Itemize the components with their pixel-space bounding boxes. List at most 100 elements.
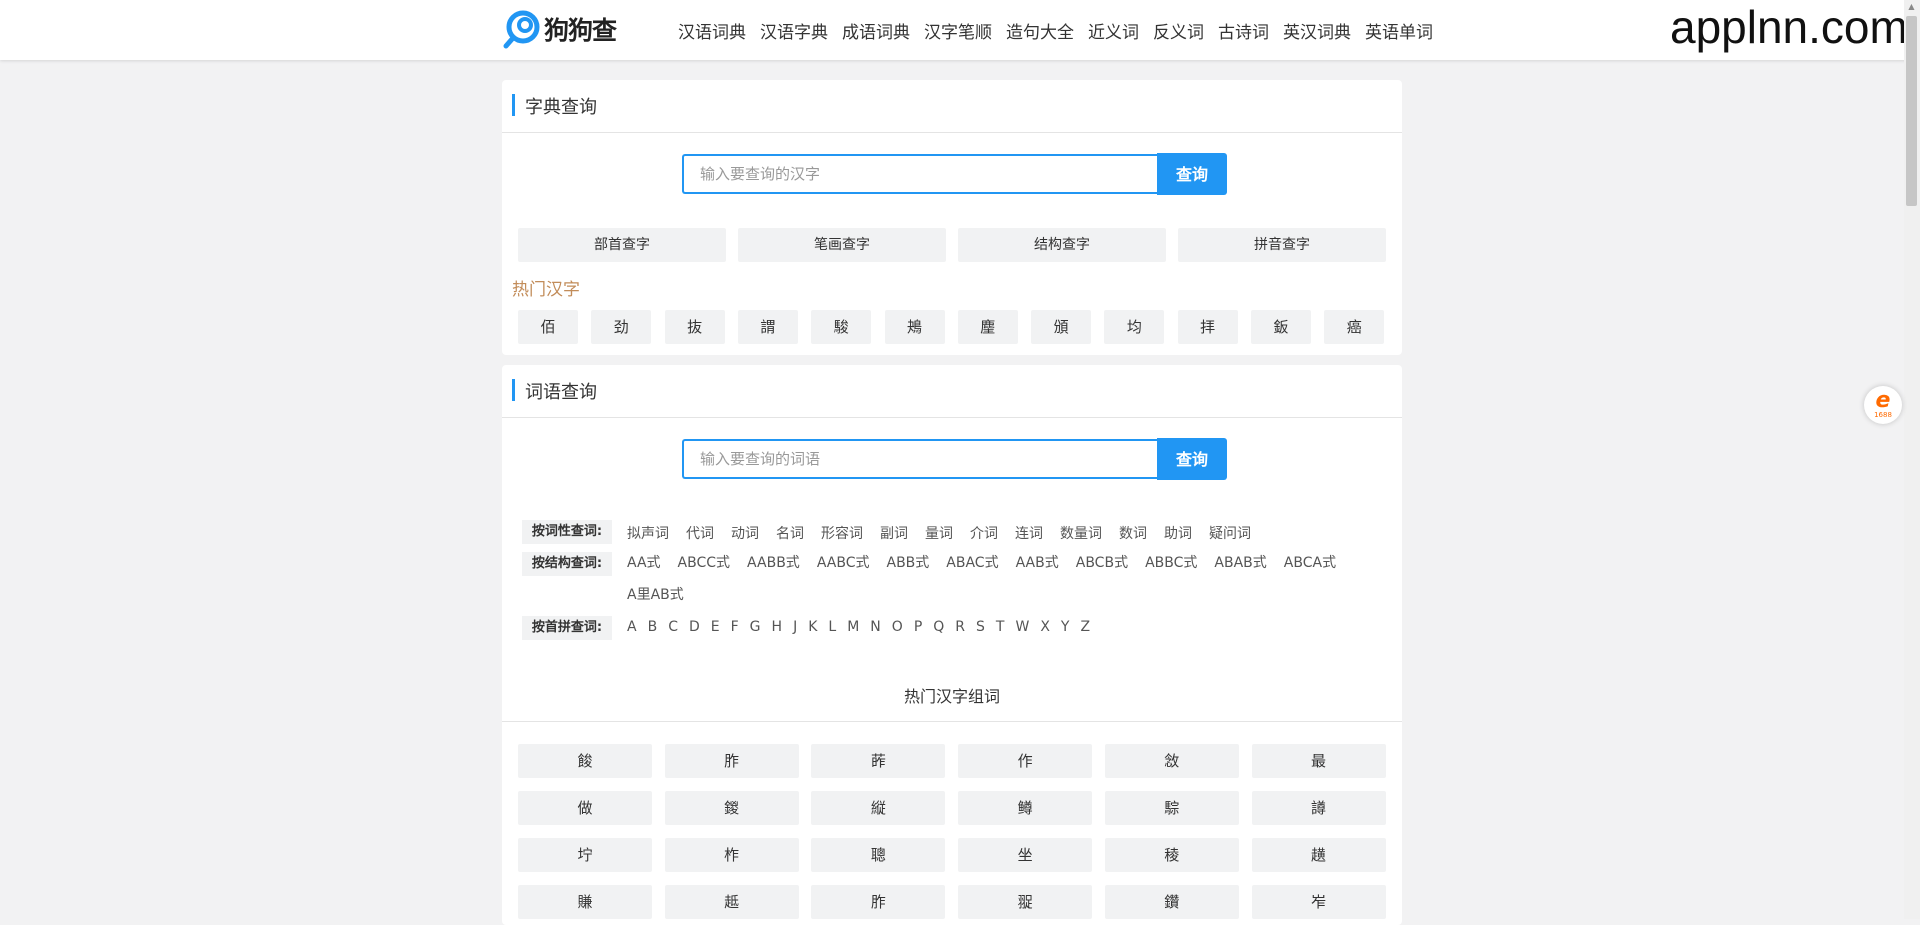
hot-char-button[interactable]: 抜 bbox=[664, 310, 725, 344]
zuci-char-button[interactable]: 岝 bbox=[1251, 885, 1386, 919]
zuci-char-button[interactable]: 鑽 bbox=[1104, 885, 1239, 919]
filter-link[interactable]: 数量词 bbox=[1060, 523, 1102, 543]
hot-char-button[interactable]: 均 bbox=[1104, 310, 1165, 344]
filter-link[interactable]: ABBC式 bbox=[1145, 547, 1197, 579]
filter-link[interactable]: ABCC式 bbox=[678, 547, 731, 579]
filter-link[interactable]: 数词 bbox=[1119, 523, 1147, 543]
filter-link[interactable]: H bbox=[772, 619, 783, 635]
filter-link[interactable]: C bbox=[668, 619, 678, 635]
filter-link[interactable]: Z bbox=[1080, 619, 1090, 635]
filter-link[interactable]: L bbox=[828, 619, 836, 635]
alibaba-1688-badge[interactable]: e 1688 bbox=[1864, 386, 1902, 424]
filter-link[interactable]: K bbox=[808, 619, 817, 635]
filter-link[interactable]: 名词 bbox=[776, 523, 804, 543]
hot-char-button[interactable]: 頒 bbox=[1031, 310, 1092, 344]
filter-link[interactable]: 形容词 bbox=[821, 523, 863, 543]
filter-link[interactable]: 介词 bbox=[970, 523, 998, 543]
filter-link[interactable]: Q bbox=[933, 619, 944, 635]
nav-link[interactable]: 古诗词 bbox=[1218, 18, 1269, 43]
ciyu-search-input[interactable]: 输入要查询的词语 bbox=[682, 439, 1157, 479]
zuci-char-button[interactable]: 坾 bbox=[518, 838, 652, 872]
lookup-method-button[interactable]: 结构查字 bbox=[958, 228, 1166, 262]
filter-link[interactable]: 连词 bbox=[1015, 523, 1043, 543]
zuci-char-button[interactable]: 䎌 bbox=[958, 885, 1093, 919]
zuci-char-button[interactable]: 鳟 bbox=[958, 791, 1093, 825]
nav-link[interactable]: 反义词 bbox=[1153, 18, 1204, 43]
filter-link[interactable]: 疑问词 bbox=[1209, 523, 1251, 543]
zidian-search-input[interactable]: 输入要查询的汉字 bbox=[682, 154, 1157, 194]
filter-link[interactable]: ABAC式 bbox=[946, 547, 998, 579]
hot-char-button[interactable]: 劲 bbox=[591, 310, 652, 344]
filter-link[interactable]: 拟声词 bbox=[627, 523, 669, 543]
filter-link[interactable]: T bbox=[996, 619, 1005, 635]
filter-link[interactable]: Y bbox=[1061, 619, 1070, 635]
nav-link[interactable]: 英汉词典 bbox=[1283, 18, 1351, 43]
filter-link[interactable]: 助词 bbox=[1164, 523, 1192, 543]
zidian-search-button[interactable]: 查询 bbox=[1157, 153, 1227, 195]
filter-link[interactable]: X bbox=[1040, 619, 1050, 635]
zuci-char-button[interactable]: 坐 bbox=[958, 838, 1093, 872]
nav-link[interactable]: 成语词典 bbox=[842, 18, 910, 43]
zuci-char-button[interactable]: 作 bbox=[958, 744, 1093, 778]
zuci-char-button[interactable]: 最 bbox=[1251, 744, 1386, 778]
zuci-char-button[interactable]: 趆 bbox=[664, 885, 799, 919]
filter-link[interactable]: B bbox=[648, 619, 658, 635]
zuci-char-button[interactable]: 柞 bbox=[664, 838, 799, 872]
filter-link[interactable]: P bbox=[914, 619, 922, 635]
filter-link[interactable]: 副词 bbox=[880, 523, 908, 543]
zuci-char-button[interactable]: 稜 bbox=[1104, 838, 1239, 872]
filter-link[interactable]: W bbox=[1015, 619, 1029, 635]
filter-link[interactable]: R bbox=[955, 619, 965, 635]
filter-link[interactable]: ABCB式 bbox=[1076, 547, 1128, 579]
filter-link[interactable]: 代词 bbox=[686, 523, 714, 543]
filter-link[interactable]: O bbox=[892, 619, 903, 635]
filter-link[interactable]: D bbox=[689, 619, 700, 635]
filter-link[interactable]: AABC式 bbox=[817, 547, 870, 579]
lookup-method-button[interactable]: 部首查字 bbox=[518, 228, 726, 262]
zuci-char-button[interactable]: 葃 bbox=[811, 744, 946, 778]
hot-char-button[interactable]: 佰 bbox=[518, 310, 578, 344]
filter-link[interactable]: AAB式 bbox=[1016, 547, 1059, 579]
hot-char-button[interactable]: 駿 bbox=[811, 310, 872, 344]
filter-link[interactable]: F bbox=[731, 619, 739, 635]
lookup-method-button[interactable]: 拼音查字 bbox=[1178, 228, 1386, 262]
filter-link[interactable]: ABAB式 bbox=[1214, 547, 1266, 579]
scrollbar-thumb[interactable] bbox=[1906, 16, 1917, 206]
filter-link[interactable]: N bbox=[870, 619, 880, 635]
zuci-char-button[interactable]: 騌 bbox=[1104, 791, 1239, 825]
zuci-char-button[interactable]: 縦 bbox=[811, 791, 946, 825]
hot-char-button[interactable]: 麈 bbox=[957, 310, 1018, 344]
zuci-char-button[interactable]: 敜 bbox=[1104, 744, 1239, 778]
filter-link[interactable]: AA式 bbox=[627, 547, 661, 579]
lookup-method-button[interactable]: 笔画查字 bbox=[738, 228, 946, 262]
hot-char-button[interactable]: 拝 bbox=[1177, 310, 1238, 344]
filter-link[interactable]: A bbox=[627, 619, 637, 635]
filter-link[interactable]: S bbox=[976, 619, 985, 635]
zuci-char-button[interactable]: 餕 bbox=[518, 744, 652, 778]
hot-char-button[interactable]: 癌 bbox=[1324, 310, 1385, 344]
zuci-char-button[interactable]: 胙 bbox=[811, 885, 946, 919]
filter-link[interactable]: J bbox=[793, 619, 797, 635]
filter-link[interactable]: 动词 bbox=[731, 523, 759, 543]
filter-link[interactable]: ABB式 bbox=[887, 547, 930, 579]
zuci-char-button[interactable]: 賺 bbox=[518, 885, 652, 919]
filter-link[interactable]: G bbox=[750, 619, 761, 635]
nav-link[interactable]: 英语单词 bbox=[1365, 18, 1433, 43]
nav-link[interactable]: 汉字笔顺 bbox=[924, 18, 992, 43]
hot-char-button[interactable]: 鈑 bbox=[1251, 310, 1311, 344]
nav-link[interactable]: 造句大全 bbox=[1006, 18, 1074, 43]
nav-link[interactable]: 汉语词典 bbox=[678, 18, 746, 43]
site-logo[interactable]: 狗狗查 bbox=[503, 9, 617, 49]
hot-char-button[interactable]: 謂 bbox=[737, 310, 798, 344]
nav-link[interactable]: 汉语字典 bbox=[760, 18, 828, 43]
zuci-char-button[interactable]: 譐 bbox=[1251, 791, 1386, 825]
hot-char-button[interactable]: 鴂 bbox=[884, 310, 945, 344]
zuci-char-button[interactable]: 胙 bbox=[664, 744, 799, 778]
filter-link[interactable]: AABB式 bbox=[747, 547, 800, 579]
filter-link[interactable]: ABCA式 bbox=[1284, 547, 1336, 579]
nav-link[interactable]: 近义词 bbox=[1088, 18, 1139, 43]
scroll-up-arrow-icon[interactable]: ▲ bbox=[1906, 2, 1917, 12]
filter-link[interactable]: M bbox=[847, 619, 859, 635]
zuci-char-button[interactable]: 鍐 bbox=[664, 791, 799, 825]
zuci-char-button[interactable]: 趪 bbox=[1251, 838, 1386, 872]
